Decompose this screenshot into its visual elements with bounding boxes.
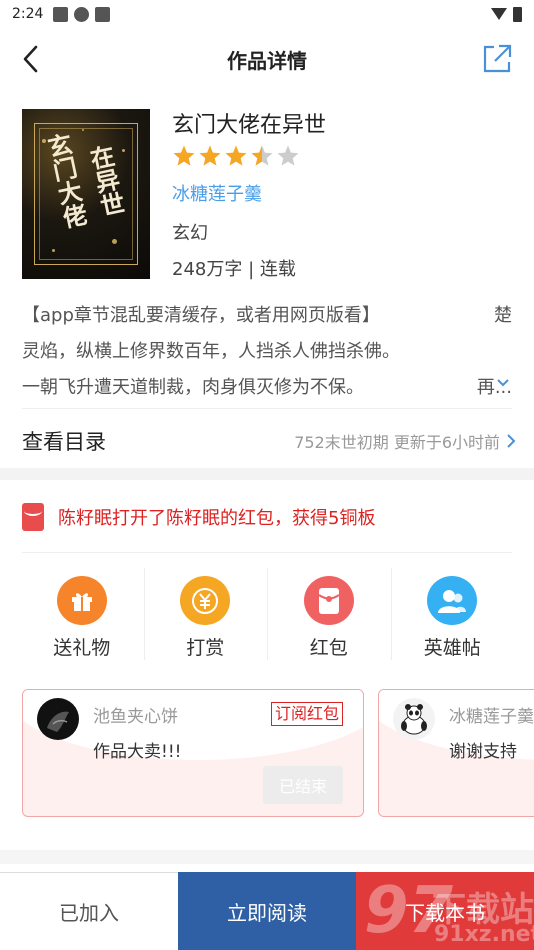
action-label: 英雄帖 (423, 637, 481, 659)
chevron-down-icon (497, 379, 509, 387)
sender-name: 冰糖莲子羹 (449, 707, 534, 727)
red-packet-card[interactable]: 池鱼夹心饼 订阅红包 作品大卖!!! 已结束 (22, 689, 364, 817)
page-title: 作品详情 (227, 48, 307, 73)
send-gift-button[interactable]: 送礼物 (20, 568, 144, 660)
avatar (37, 698, 79, 740)
section-separator (0, 850, 534, 864)
star-icon (173, 145, 195, 166)
rating-stars (172, 144, 300, 168)
battery-icon (513, 6, 522, 22)
status-time: 2:24 (12, 6, 44, 22)
read-now-button[interactable]: 立即阅读 (178, 872, 356, 950)
app-notification-icon (95, 6, 111, 22)
book-genre: 玄幻 (172, 223, 208, 244)
view-toc-row[interactable]: 查看目录 752末世初期 更新于6小时前 (22, 418, 516, 464)
divider (22, 408, 512, 409)
status-bar: 2:24 (0, 0, 534, 28)
coin-icon (180, 576, 231, 625)
star-icon (199, 145, 221, 166)
ended-button[interactable]: 已结束 (263, 766, 343, 804)
star-icon (251, 145, 273, 166)
book-cover[interactable]: 玄门大佬 在异世 (22, 109, 150, 279)
download-label: 下载本书 (405, 900, 485, 925)
description-line: 一朝飞升遭天道制裁，肉身俱灭修为不保。 (22, 377, 364, 398)
toc-label: 查看目录 (22, 430, 106, 454)
red-packet-notice: 陈籽眠打开了陈籽眠的红包，获得5铜板 (22, 502, 512, 532)
packet-type-tag: 订阅红包 (270, 702, 343, 726)
gift-icon (56, 576, 107, 625)
star-icon (277, 145, 299, 166)
share-button[interactable] (480, 42, 514, 76)
avatar (393, 698, 435, 740)
red-packet-icon (303, 576, 354, 625)
action-label: 送礼物 (53, 637, 111, 659)
hero-post-button[interactable]: 英雄帖 (390, 568, 515, 660)
red-packet-button[interactable]: 红包 (267, 568, 391, 660)
book-meta: 248万字 | 连载 (172, 259, 296, 280)
author-link[interactable]: 冰糖莲子羹 (172, 180, 262, 206)
expand-description-button[interactable]: 再... (470, 370, 512, 406)
added-label: 已加入 (59, 901, 119, 925)
notification-square-icon (53, 6, 69, 22)
action-label: 打赏 (186, 637, 225, 659)
back-button[interactable] (14, 42, 48, 76)
added-to-shelf-button[interactable]: 已加入 (0, 872, 178, 950)
read-now-label: 立即阅读 (227, 900, 307, 925)
wifi-icon (491, 8, 507, 20)
description-line-end: 楚 (494, 305, 512, 326)
book-description[interactable]: 【app章节混乱要清缓存，或者用网页版看】 楚 灵焰，纵横上修界数百年，人挡杀人… (22, 298, 512, 406)
top-bar: 作品详情 (0, 30, 534, 88)
reward-button[interactable]: 打赏 (143, 568, 268, 660)
sync-icon (74, 6, 90, 22)
action-label: 红包 (309, 637, 348, 659)
chevron-right-icon (507, 434, 516, 448)
red-packet-card[interactable]: 冰糖莲子羹 谢谢支持 (378, 689, 534, 817)
users-icon (427, 576, 478, 625)
action-row: 送礼物 打赏 红包 英雄帖 (20, 568, 514, 660)
red-packet-carousel[interactable]: 池鱼夹心饼 订阅红包 作品大卖!!! 已结束 冰糖莲子羹 谢谢支持 (22, 689, 534, 819)
description-line: 灵焰，纵横上修界数百年，人挡杀人佛挡杀佛。 (22, 341, 400, 362)
bottom-action-bar: 已加入 立即阅读 下载本书 97 下载站 91xz.net (0, 872, 534, 950)
section-separator (0, 468, 534, 480)
notice-text: 陈籽眠打开了陈籽眠的红包，获得5铜板 (58, 508, 376, 529)
back-arrow-icon (23, 45, 38, 73)
sender-name: 池鱼夹心饼 (93, 707, 178, 727)
star-icon (225, 145, 247, 166)
latest-chapter: 752末世初期 更新于6小时前 (294, 433, 500, 452)
expand-label: 再... (476, 377, 512, 398)
red-envelope-icon (22, 503, 44, 531)
packet-message: 谢谢支持 (449, 742, 517, 762)
download-book-button[interactable]: 下载本书 97 下载站 91xz.net (356, 872, 534, 950)
description-line: 【app章节混乱要清缓存，或者用网页版看】 (22, 305, 380, 326)
share-icon (483, 44, 512, 73)
packet-message: 作品大卖!!! (93, 742, 182, 762)
book-title: 玄门大佬在异世 (172, 113, 327, 138)
divider (22, 552, 512, 553)
